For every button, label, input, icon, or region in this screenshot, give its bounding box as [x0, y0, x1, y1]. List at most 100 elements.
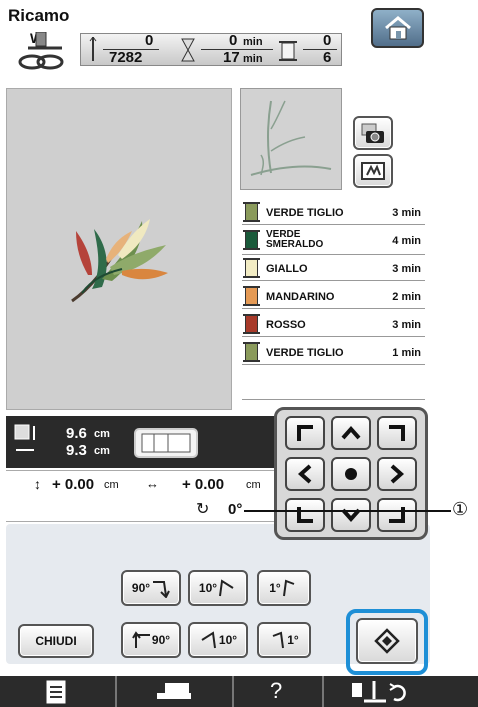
move-up-left-button[interactable] [285, 416, 325, 450]
thread-color-name: GIALLO [266, 263, 308, 275]
screen-title: Ricamo [8, 6, 70, 25]
camera-button[interactable] [353, 116, 393, 150]
chevron-up-icon [341, 425, 361, 440]
size-info-panel: 9.6 cm 9.3 cm [6, 416, 281, 468]
size-icon [14, 424, 35, 451]
thread-color-time: 3 min [392, 319, 421, 331]
stitch-total: 7282 [109, 49, 143, 66]
corner-down-left-icon [297, 507, 313, 523]
rotate-left-1-button[interactable]: 1° [257, 622, 311, 658]
frame-size-icon [141, 433, 191, 453]
spool-icon [243, 202, 260, 222]
thread-color-name: ROSSO [266, 319, 306, 331]
move-up-button[interactable] [331, 416, 371, 450]
camera-icon [361, 123, 384, 143]
thread-color-time: 3 min [392, 207, 421, 219]
thread-color-time: 2 min [392, 291, 421, 303]
rotate-left-10-button[interactable]: 10° [188, 622, 248, 658]
rotation-value: 0° [228, 501, 243, 518]
document-button[interactable] [0, 676, 115, 707]
spool-icon [243, 286, 260, 306]
move-down-left-button[interactable] [285, 498, 325, 532]
stitch-current: 0 [145, 32, 154, 49]
design-thumbnail [240, 88, 342, 190]
rotate-left-90-button[interactable]: 90° [121, 622, 181, 658]
document-icon [46, 680, 66, 704]
thread-color-row: ROSSO 3 min [242, 312, 425, 337]
color-list-divider [242, 399, 425, 400]
frame-display-icon [361, 162, 385, 180]
time-current: 0 [229, 32, 238, 49]
spool-icon [243, 258, 260, 278]
thread-color-row: VERDE TIGLIO 3 min [242, 200, 425, 225]
size-height-unit: cm [94, 428, 110, 440]
home-button[interactable] [371, 8, 424, 48]
chevron-left-icon [297, 464, 312, 484]
thread-color-time: 4 min [392, 235, 421, 247]
callout-marker: ① [452, 499, 469, 519]
rotation-icon: ↻ [196, 501, 210, 518]
home-icon [384, 16, 411, 40]
rotate-right-icon [153, 581, 170, 598]
thread-color-row: MANDARINO 2 min [242, 284, 425, 309]
rotate-left-icon [201, 631, 216, 649]
offset-info-panel: ↕ + 0.00 cm ↔ + 0.00 cm ↻ 0° [6, 470, 281, 522]
callout-line [244, 510, 451, 512]
help-button[interactable]: ? [234, 676, 322, 707]
color-total: 6 [323, 49, 332, 66]
move-left-button[interactable] [285, 457, 325, 491]
horizontal-arrows-icon: ↔ [146, 476, 159, 491]
thread-color-name: VERDE TIGLIO [266, 347, 344, 359]
help-icon: ? [270, 678, 283, 703]
move-down-button[interactable] [331, 498, 371, 532]
corner-up-left-icon [297, 425, 313, 441]
move-up-right-button[interactable] [377, 416, 417, 450]
vertical-offset: + 0.00 [52, 476, 95, 493]
move-center-button[interactable] [331, 457, 371, 491]
progress-counter-panel: 0 7282 0 min 17 min 0 6 [80, 32, 342, 66]
horizontal-offset: + 0.00 [182, 476, 225, 493]
presser-foot-lift-button[interactable] [324, 676, 478, 707]
time-total-unit: min [243, 53, 263, 65]
thread-color-time: 3 min [392, 263, 421, 275]
machine-settings-button[interactable] [117, 676, 232, 707]
center-dot-icon [345, 468, 357, 480]
move-right-button[interactable] [377, 457, 417, 491]
size-height: 9.6 [66, 425, 87, 442]
spool-icon [243, 230, 260, 250]
thumbnail-outline-image [250, 100, 332, 176]
frame-size-button[interactable] [134, 428, 198, 458]
move-down-right-button[interactable] [377, 498, 417, 532]
rotate-left-icon [272, 631, 285, 649]
thread-color-name: MANDARINO [266, 291, 335, 303]
rotate-right-10-button[interactable]: 10° [188, 570, 248, 606]
presser-foot-indicator: W [14, 30, 70, 74]
thread-color-name: VERDE TIGLIO [266, 207, 344, 219]
rotate-right-icon [219, 579, 234, 597]
chevron-right-icon [390, 464, 405, 484]
thread-color-row: VERDE SMERALDO 4 min [242, 226, 425, 255]
reset-position-button[interactable] [356, 618, 418, 664]
rotate-right-icon [282, 579, 295, 597]
spool-icon [243, 342, 260, 362]
color-current: 0 [323, 32, 332, 49]
rotate-right-90-button[interactable]: 90° [121, 570, 181, 606]
thread-color-row: GIALLO 3 min [242, 256, 425, 281]
spool-icon [243, 314, 260, 334]
embroidery-preview [6, 88, 232, 410]
rotate-right-1-button[interactable]: 1° [257, 570, 311, 606]
corner-down-right-icon [389, 507, 405, 523]
presser-foot-icon [18, 32, 64, 70]
close-button[interactable]: CHIUDI [18, 624, 94, 658]
horizontal-offset-unit: cm [246, 479, 261, 491]
frame-display-button[interactable] [353, 154, 393, 188]
thread-color-name: VERDE SMERALDO [266, 229, 324, 250]
arrow-pad [274, 407, 428, 540]
rotate-left-icon [132, 631, 150, 648]
time-total: 17 [223, 49, 240, 66]
presser-foot-lift-icon [352, 681, 406, 703]
vertical-offset-unit: cm [104, 479, 119, 491]
spool-icon [279, 41, 297, 61]
sewing-machine-icon [157, 683, 191, 699]
thread-color-time: 1 min [392, 347, 421, 359]
